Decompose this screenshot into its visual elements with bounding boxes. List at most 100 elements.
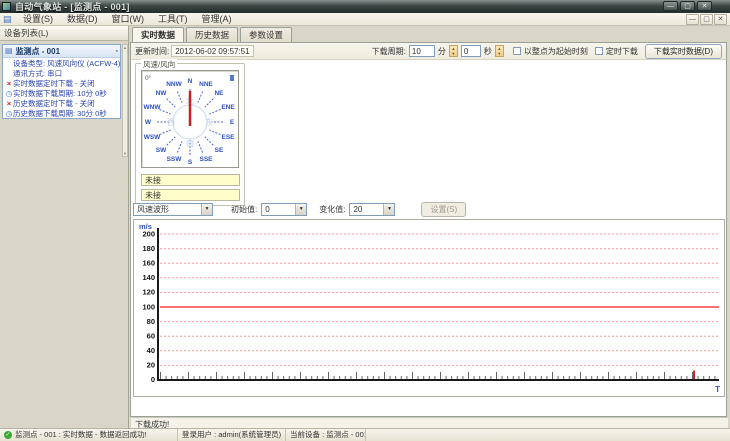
- status-device-result-text: 监测点 - 001 : 实时数据 - 数据返回成功!: [15, 430, 147, 439]
- device-panel-titlebar[interactable]: ▤ 监测点 - 001 ▪: [3, 45, 120, 58]
- menu-item-manage[interactable]: 管理(A): [195, 13, 239, 26]
- minutes-stepper[interactable]: ▲ ▼: [448, 45, 458, 57]
- history-period-text: 历史数据下载周期: 30分 0秒: [13, 108, 107, 118]
- app-icon: [2, 2, 11, 11]
- compass-dir-wsw: WSW: [144, 134, 161, 141]
- ytick-140: 140: [142, 273, 155, 282]
- device-panel[interactable]: ▤ 监测点 - 001 ▪ 设备类型: 风速风向仪 (ACFW-4) 通讯方式:…: [2, 44, 121, 119]
- compass-svg: 0° N NNE NE ENE E ESE SE SSE S SSW SW WS…: [144, 74, 236, 166]
- x-axis-ruler-ticks: [160, 370, 716, 380]
- comm-mode-line: 通讯方式: 串口: [3, 68, 120, 78]
- mdi-close-button[interactable]: ✕: [714, 14, 727, 25]
- menu-item-window[interactable]: 窗口(W): [105, 13, 152, 26]
- red-dashed-gridlines: [160, 233, 719, 366]
- ytick-40: 40: [147, 346, 155, 355]
- wind-groupbox: 风速/风向 0° N NNE NE ENE E ESE SE SSE S SSW…: [135, 59, 245, 206]
- chevron-down-icon[interactable]: ▼: [201, 203, 212, 215]
- series-select[interactable]: 风速波形 ▼: [133, 202, 213, 216]
- compass-dir-sse: SSE: [199, 156, 213, 163]
- wind-speed-value-field: 未接: [141, 174, 240, 186]
- ytick-100: 100: [142, 303, 155, 312]
- scroll-down-icon[interactable]: ▼: [123, 151, 127, 156]
- status-bar: ✓ 监测点 - 001 : 实时数据 - 数据返回成功! 登录用户 : admi…: [0, 428, 730, 441]
- wind-group-label: 风速/风向: [141, 59, 178, 70]
- download-period-label: 下载周期:: [371, 46, 406, 56]
- compass-dir-nw: NW: [156, 90, 168, 97]
- tab-strip: 实时数据 历史数据 参数设置: [130, 27, 293, 43]
- wind-speed-chart: m/s 200 180 160 140 120 100 80 60 40 20 …: [133, 219, 725, 397]
- status-device-result: ✓ 监测点 - 001 : 实时数据 - 数据返回成功!: [0, 429, 178, 441]
- seconds-stepper[interactable]: ▲ ▼: [494, 45, 504, 57]
- realtime-toolbar: 更新时间: 2012-06-02 09:57:51 下载周期: 10 分 ▲ ▼…: [131, 43, 726, 60]
- initial-value: 0: [265, 204, 270, 214]
- hour-align-label: 以整点为起始时刻: [523, 46, 588, 56]
- minutes-input[interactable]: 10: [408, 45, 435, 57]
- seconds-input[interactable]: 0: [460, 45, 481, 57]
- spin-down-icon[interactable]: ▼: [496, 51, 503, 56]
- x-axis-label-t: T: [715, 385, 720, 394]
- device-list-header: 设备列表(L): [0, 26, 128, 41]
- status-login-user: 登录用户 : admin(系统管理员): [178, 429, 286, 441]
- menu-item-tools[interactable]: 工具(T): [151, 13, 195, 26]
- hour-align-checkbox[interactable]: [512, 47, 521, 55]
- wind-compass: 0° N NNE NE ENE E ESE SE SSE S SSW SW WS…: [141, 70, 239, 168]
- chevron-down-icon[interactable]: ▼: [295, 203, 307, 215]
- device-list-sidebar: 设备列表(L) ▤ 监测点 - 001 ▪ 设备类型: 风速风向仪 (ACFW-…: [0, 26, 129, 428]
- compass-cn-west: 西: [167, 118, 175, 127]
- minutes-unit-label: 分: [437, 46, 446, 56]
- history-timer-line: × 历史数据定时下载 - 关闭: [3, 98, 120, 108]
- compass-dir-sw: SW: [156, 147, 167, 154]
- device-panel-title: 监测点 - 001: [15, 46, 61, 56]
- maximize-button[interactable]: ▢: [680, 1, 695, 11]
- tab-parameter-settings[interactable]: 参数设置: [240, 27, 293, 42]
- ytick-20: 20: [147, 361, 155, 370]
- menu-item-data[interactable]: 数据(D): [60, 13, 105, 26]
- mdi-minimize-button[interactable]: —: [686, 14, 699, 25]
- delta-value-select[interactable]: 20 ▼: [349, 202, 396, 216]
- chevron-down-icon[interactable]: ▼: [383, 203, 395, 215]
- close-button[interactable]: ✕: [697, 1, 712, 11]
- download-realtime-button[interactable]: 下载实时数据(D): [644, 43, 722, 59]
- tab-realtime-data[interactable]: 实时数据: [132, 27, 185, 43]
- ytick-200: 200: [142, 230, 155, 239]
- delta-value: 20: [353, 204, 363, 214]
- series-select-value: 风速波形: [137, 204, 169, 214]
- update-time-value: 2012-06-02 09:57:51: [171, 45, 254, 57]
- mdi-child-icon: ▤: [3, 13, 12, 24]
- settings-button[interactable]: 设置(S): [421, 201, 467, 217]
- ytick-120: 120: [142, 288, 155, 297]
- menu-bar: ▤ 设置(S) 数据(D) 窗口(W) 工具(T) 管理(A) — ▢ ✕: [0, 13, 730, 26]
- application-window: 自动气象站 - [监测点 - 001] — ▢ ✕ ▤ 设置(S) 数据(D) …: [0, 0, 730, 441]
- realtime-period-text: 实时数据下载周期: 10分 0秒: [13, 88, 107, 98]
- ytick-60: 60: [147, 332, 155, 341]
- compass-dir-ese: ESE: [221, 134, 235, 141]
- compass-dir-s: S: [188, 159, 193, 166]
- window-titlebar: 自动气象站 - [监测点 - 001] — ▢ ✕: [0, 0, 730, 13]
- compass-dir-wnw: WNW: [144, 104, 162, 111]
- main-area: 实时数据 历史数据 参数设置 更新时间: 2012-06-02 09:57:51…: [130, 26, 728, 430]
- spin-down-icon[interactable]: ▼: [450, 51, 457, 56]
- pin-icon[interactable]: ▪: [116, 48, 118, 55]
- menu-item-settings[interactable]: 设置(S): [16, 13, 60, 26]
- status-empty-section: [366, 429, 730, 441]
- sidebar-scrollbar[interactable]: ▲ ▼: [122, 44, 128, 157]
- initial-value-label: 初始值:: [231, 204, 258, 214]
- tab-history-data[interactable]: 历史数据: [186, 27, 239, 42]
- mdi-restore-button[interactable]: ▢: [700, 14, 713, 25]
- scroll-up-icon[interactable]: ▲: [123, 45, 127, 50]
- cross-icon: ×: [6, 78, 12, 88]
- history-period-line: ◷ 历史数据下载周期: 30分 0秒: [3, 108, 120, 118]
- compass-dir-w: W: [145, 119, 152, 126]
- status-login-user-text: 登录用户 : admin(系统管理员): [182, 430, 282, 439]
- scheduled-download-checkbox[interactable]: [594, 47, 603, 55]
- delta-value-label: 变化值:: [319, 204, 346, 214]
- minimize-button[interactable]: —: [663, 1, 678, 11]
- ytick-180: 180: [142, 244, 155, 253]
- compass-dir-se: SE: [215, 147, 224, 154]
- device-type-line: 设备类型: 风速风向仪 (ACFW-4): [3, 58, 120, 68]
- cross-icon: ×: [6, 98, 12, 108]
- compass-dir-nne: NNE: [199, 81, 213, 88]
- wind-direction-value-field: 未接: [141, 189, 240, 201]
- initial-value-select[interactable]: 0 ▼: [261, 202, 308, 216]
- ytick-160: 160: [142, 259, 155, 268]
